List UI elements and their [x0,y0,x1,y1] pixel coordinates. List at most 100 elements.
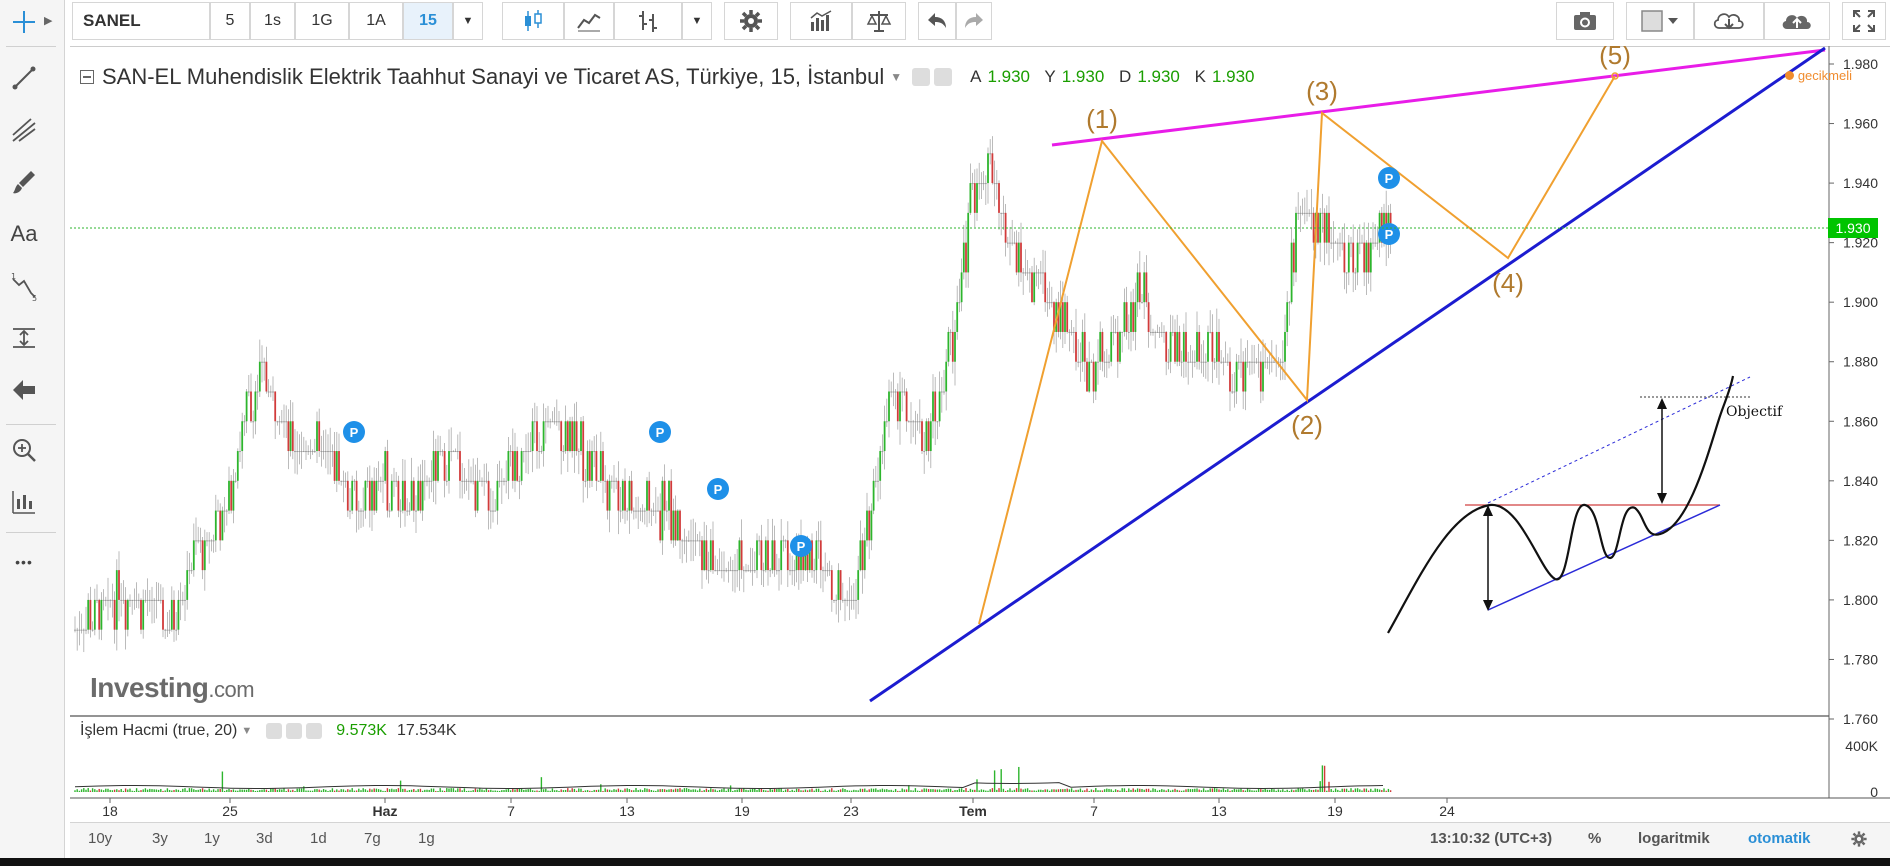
line-chart-button[interactable] [564,2,614,40]
volume-bar [120,789,122,792]
chevron-down-icon[interactable]: ▼ [890,70,902,84]
candle-body [971,183,974,185]
close-icon[interactable] [306,723,323,739]
candle-body [261,361,263,363]
zoom-icon[interactable] [4,430,44,470]
candle-body [905,391,908,422]
interval-1g-button[interactable]: 1G [295,2,349,40]
bar-style-button[interactable] [614,2,682,40]
candle-body [1002,212,1005,214]
gear-icon[interactable] [1850,830,1868,852]
chart-type-dropdown-button[interactable]: ▼ [682,2,712,40]
signal-marker[interactable]: P [1378,167,1400,189]
range-3d-button[interactable]: 3d [256,830,273,847]
volume-bar [382,790,384,792]
interval-dropdown-button[interactable]: ▼ [453,2,483,40]
range-1d-button[interactable]: 1d [310,830,327,847]
interval-1a-button[interactable]: 1A [349,2,403,40]
volume-bar [366,790,369,792]
brush-icon[interactable] [4,162,44,202]
back-arrow-icon[interactable] [4,370,44,410]
screenshot-button[interactable] [1556,2,1614,40]
gear-icon[interactable] [934,68,953,86]
candle-body [452,451,455,453]
candle-body [434,451,437,481]
volume-bar [355,790,358,792]
volume-title: İşlem Hacmi (true, 20) [80,722,238,739]
volume-bar [606,789,609,792]
indicators-button[interactable] [790,2,852,40]
trendline-icon[interactable] [4,58,44,98]
candle-body [1235,361,1238,392]
interval-1s-button[interactable]: 1s [250,2,295,40]
pitchfork-icon[interactable] [4,110,44,150]
signal-marker[interactable]: P [1378,223,1400,245]
candle-body [1138,272,1141,303]
more-icon[interactable]: ••• [4,542,44,582]
visibility-icon[interactable] [266,723,283,739]
volume-bar [1172,789,1174,792]
volume-bar [542,789,545,792]
range-7g-button[interactable]: 7g [364,830,381,847]
volume-bar [241,789,243,792]
undo-button[interactable] [918,2,956,40]
measure-icon[interactable] [4,318,44,358]
elliott-wave-path[interactable] [978,75,1616,625]
candle-body [789,570,791,572]
candle-body [291,421,294,452]
redo-button[interactable] [956,2,992,40]
wave-pattern-icon[interactable]: 15 [4,266,44,306]
interval-15-button[interactable]: 15 [403,2,453,40]
candle-body [1363,242,1366,273]
signal-marker[interactable]: P [343,421,365,443]
auto-scale-toggle[interactable]: otomatik [1748,830,1811,847]
candle-body [507,451,510,481]
settings-button[interactable] [724,2,778,40]
percent-toggle[interactable]: % [1588,830,1601,847]
range-3y-button[interactable]: 3y [152,830,168,847]
candle-body [643,510,646,512]
range-10y-button[interactable]: 10y [88,830,112,847]
layout-icon[interactable] [4,482,44,522]
symbol-input[interactable]: SANEL [72,2,210,40]
signal-marker[interactable]: P [790,535,812,557]
delay-indicator: gecikmeli [1784,68,1852,83]
chevron-right-icon[interactable]: ▶ [44,14,54,32]
price-chart[interactable]: 1.9801.9601.9401.9201.9001.8801.8601.840… [70,46,1890,822]
collapse-icon[interactable] [80,70,94,84]
text-icon[interactable]: Aa [4,214,44,254]
load-layout-button[interactable] [1694,2,1764,40]
candle-body [144,599,147,601]
chart-pane[interactable]: 1.980 1.960 1.940 1.920 1.900 1.880 1.860 1.840… [70,46,1890,858]
signal-marker[interactable]: P [707,478,729,500]
range-1g-button[interactable]: 1g [418,830,435,847]
candle-body [910,421,912,423]
log-scale-toggle[interactable]: logaritmik [1638,830,1710,847]
save-layout-button[interactable] [1764,2,1830,40]
candle-body [1242,361,1245,392]
volume-bar [668,789,670,792]
interval-5-button[interactable]: 5 [210,2,250,40]
range-1y-button[interactable]: 1y [204,830,220,847]
signal-marker[interactable]: P [649,421,671,443]
support-trendline[interactable] [869,46,1826,703]
fullscreen-button[interactable] [1842,2,1886,40]
crosshair-icon[interactable] [4,2,44,42]
candle-body [1209,331,1212,333]
candle-body [613,480,615,482]
chevron-down-icon[interactable]: ▼ [241,725,252,737]
candle-body [641,510,644,512]
volume-bar [1356,788,1359,792]
volume-bar [1110,789,1112,792]
volume-bar [982,789,985,792]
gear-icon[interactable] [286,723,303,739]
volume-bar [899,790,901,792]
candles-button[interactable] [502,2,564,40]
compare-button[interactable] [852,2,906,40]
color-picker-button[interactable] [1626,2,1694,40]
volume-bar [371,789,373,792]
volume-bar [897,790,899,792]
volume-bar [426,789,428,792]
visibility-icon[interactable] [912,68,931,86]
candle-body [918,421,921,423]
